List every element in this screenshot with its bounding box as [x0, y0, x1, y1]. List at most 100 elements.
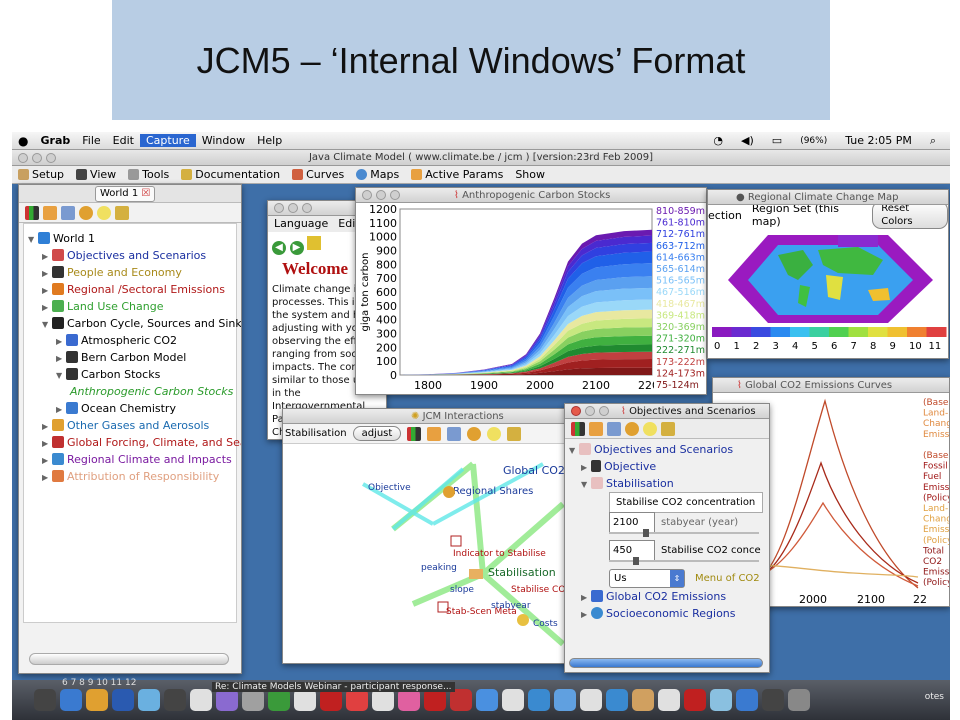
dock-app-icon[interactable] — [658, 689, 680, 711]
disclosure-triangle-icon[interactable]: ▶ — [42, 469, 52, 486]
dock-app-icon[interactable] — [294, 689, 316, 711]
dock-app-icon[interactable] — [86, 689, 108, 711]
map-menu-fragment[interactable]: ection — [708, 209, 742, 222]
dock-app-icon[interactable] — [320, 689, 342, 711]
dock-app-icon[interactable] — [684, 689, 706, 711]
line-chart-icon[interactable] — [607, 421, 621, 436]
world-tree-item[interactable]: Anthropogenic Carbon Stocks — [28, 383, 236, 400]
disclosure-triangle-icon[interactable]: ▶ — [42, 435, 52, 452]
concentration-input[interactable]: 450 — [609, 539, 655, 561]
disclosure-triangle-icon[interactable]: ▼ — [569, 442, 579, 459]
hands-icon[interactable] — [43, 205, 57, 220]
adjust-button[interactable]: adjust — [352, 426, 402, 441]
clock[interactable]: Tue 2:05 PM — [839, 134, 918, 147]
dock-app-icon[interactable] — [346, 689, 368, 711]
reset-colors-button[interactable]: Reset Colors — [872, 201, 948, 229]
spotlight-icon[interactable]: ⌕ — [924, 134, 942, 148]
toolbar-show[interactable]: Show — [509, 168, 551, 181]
toolbar-maps[interactable]: Maps — [350, 168, 405, 181]
node-stab-scen-meta[interactable]: Stab-Scen Meta — [446, 607, 517, 617]
world-tree-item[interactable]: ▼ Carbon Stocks — [28, 366, 236, 383]
dock-app-icon[interactable] — [164, 689, 186, 711]
disclosure-triangle-icon[interactable]: ▶ — [42, 265, 52, 282]
tree-global-emissions[interactable]: ▶ Global CO2 Emissions — [569, 588, 765, 605]
world-tree-item[interactable]: ▶ Regional /Sectoral Emissions — [28, 281, 236, 298]
node-objective[interactable]: Objective — [368, 483, 411, 493]
dock-app-icon[interactable] — [476, 689, 498, 711]
line-chart-icon[interactable] — [61, 205, 75, 220]
tree-objectives-root[interactable]: ▼ Objectives and Scenarios — [569, 441, 765, 458]
close-dot-icon[interactable] — [362, 190, 372, 200]
node-costs[interactable]: Costs — [533, 619, 558, 629]
world-tree-item[interactable]: ▼ Carbon Cycle, Sources and Sinks — [28, 315, 241, 333]
close-dot-icon[interactable] — [18, 153, 28, 163]
dock-app-icon[interactable] — [762, 689, 784, 711]
disclosure-triangle-icon[interactable]: ▶ — [42, 418, 52, 435]
tree-objective[interactable]: ▶ Objective — [569, 458, 765, 475]
dock-app-icon[interactable] — [398, 689, 420, 711]
world-tree-item[interactable]: ▶ Bern Carbon Model — [28, 349, 236, 366]
menu-file[interactable]: File — [76, 134, 106, 147]
network-icon[interactable] — [467, 426, 482, 441]
sun-icon[interactable] — [643, 421, 657, 436]
bar-chart-icon[interactable] — [407, 426, 422, 441]
dock-app-icon[interactable] — [216, 689, 238, 711]
zoom-dot-icon[interactable] — [390, 190, 400, 200]
close-dot-icon[interactable] — [274, 203, 284, 213]
book-icon[interactable] — [115, 205, 129, 220]
toolbar-view[interactable]: View — [70, 168, 122, 181]
node-stabilisation[interactable]: Stabilisation — [488, 566, 556, 579]
world-tree-item[interactable]: ▶ Attribution of Responsibility — [28, 468, 236, 485]
dock-app-icon[interactable] — [710, 689, 732, 711]
bar-chart-icon[interactable] — [571, 421, 585, 436]
close-dot-icon[interactable] — [571, 406, 581, 416]
disclosure-triangle-icon[interactable]: ▶ — [581, 606, 591, 623]
world-tree-item[interactable]: ▶ Atmospheric CO2 — [28, 332, 236, 349]
menu-edit[interactable]: Edit — [107, 134, 140, 147]
disclosure-triangle-icon[interactable]: ▼ — [42, 316, 52, 333]
dock-app-icon[interactable] — [554, 689, 576, 711]
dock-app-icon[interactable] — [606, 689, 628, 711]
toolbar-tools[interactable]: Tools — [122, 168, 175, 181]
disclosure-triangle-icon[interactable]: ▶ — [42, 452, 52, 469]
home-icon[interactable] — [307, 236, 321, 250]
zoom-dot-icon[interactable] — [599, 406, 609, 416]
menu-language[interactable]: Language — [274, 216, 328, 232]
dock-app-icon[interactable] — [60, 689, 82, 711]
world-tree-item[interactable]: ▶ Regional Climate and Impacts — [28, 451, 236, 468]
zoom-dot-icon[interactable] — [302, 203, 312, 213]
disclosure-triangle-icon[interactable]: ▼ — [28, 231, 38, 248]
volume-icon[interactable]: ◀) — [735, 134, 760, 147]
dock-app-icon[interactable] — [424, 689, 446, 711]
region-set-label[interactable]: Region Set (this map) — [752, 202, 862, 228]
disclosure-triangle-icon[interactable]: ▶ — [42, 299, 52, 316]
hands-icon[interactable] — [427, 426, 442, 441]
tab-close-icon[interactable]: ☒ — [141, 188, 150, 199]
node-indicator[interactable]: Indicator to Stabilise — [453, 549, 546, 559]
line-chart-icon[interactable] — [447, 426, 462, 441]
node-slope[interactable]: slope — [450, 585, 474, 595]
dock-app-icon[interactable] — [372, 689, 394, 711]
hands-icon[interactable] — [589, 421, 603, 436]
disclosure-triangle-icon[interactable]: ▶ — [42, 282, 52, 299]
battery-icon[interactable]: ▭ — [766, 134, 788, 147]
slider-thumb[interactable] — [633, 557, 639, 565]
node-regional-shares[interactable]: Regional Shares — [453, 486, 533, 497]
disclosure-triangle-icon[interactable]: ▶ — [56, 350, 66, 367]
menu-capture[interactable]: Capture — [139, 134, 196, 147]
world-tree-item[interactable]: ▶ Global Forcing, Climate, and Sea Level — [28, 434, 241, 452]
world-tree-item[interactable]: ▶ Other Gases and Aerosols — [28, 417, 236, 434]
minimize-dot-icon[interactable] — [32, 153, 42, 163]
apple-icon[interactable]: ● — [12, 134, 34, 148]
world-tab[interactable]: World 1 ☒ — [95, 186, 156, 202]
sun-icon[interactable] — [97, 205, 111, 220]
world-tree-item[interactable]: ▼ World 1 — [28, 230, 236, 247]
network-icon[interactable] — [625, 421, 639, 436]
dock-app-icon[interactable] — [450, 689, 472, 711]
network-icon[interactable] — [79, 205, 93, 220]
toolbar-setup[interactable]: Setup — [12, 168, 70, 181]
node-peaking[interactable]: peaking — [421, 563, 457, 573]
dock-app-icon[interactable] — [502, 689, 524, 711]
dock-app-icon[interactable] — [112, 689, 134, 711]
sun-icon[interactable] — [487, 426, 502, 441]
